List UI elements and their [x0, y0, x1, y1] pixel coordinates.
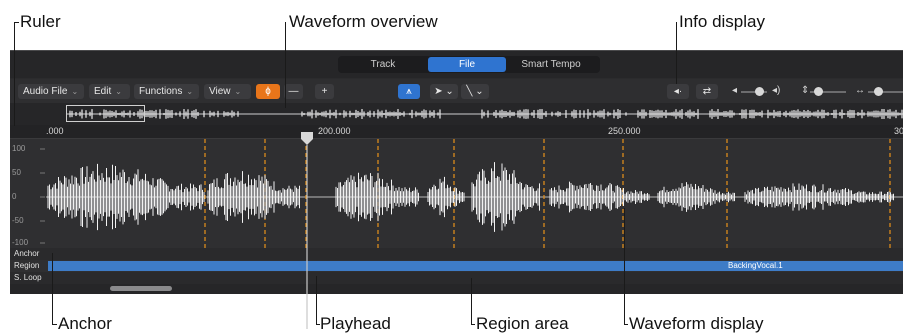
- overview-visible-range[interactable]: [66, 105, 145, 122]
- view-menu[interactable]: View ⌄: [204, 84, 251, 99]
- anchor-lane[interactable]: Anchor: [10, 248, 903, 260]
- chevron-down-icon: ⌄: [115, 87, 122, 96]
- s-loop-label: S. Loop: [14, 273, 42, 282]
- waveform-display[interactable]: 100 50 0 -50 -100: [10, 139, 903, 248]
- region-name: BackingVocal.1: [728, 261, 783, 270]
- ruler-label: 200.000: [318, 126, 351, 136]
- leader-ruler-h: [14, 22, 19, 23]
- waveform-overview[interactable]: [10, 103, 903, 125]
- leader-region-h: [471, 324, 475, 325]
- audio-file-editor: Track File Smart Tempo Audio File ⌄ Edit ⌄…: [10, 50, 903, 329]
- playhead[interactable]: [300, 129, 314, 329]
- horizontal-zoom-knob[interactable]: [874, 87, 883, 96]
- chevron-down-icon: ⌄: [71, 87, 79, 96]
- catch-button[interactable]: ɸ: [256, 84, 280, 99]
- info-display-button[interactable]: ◂·: [667, 84, 689, 99]
- ruler-label: 30: [894, 126, 903, 136]
- ruler-label: 250.000: [608, 126, 641, 136]
- region-lane[interactable]: Region BackingVocal.1: [10, 260, 903, 272]
- view-menu-label: View: [209, 86, 231, 97]
- leader-ruler-v: [14, 22, 15, 126]
- tab-track[interactable]: Track: [338, 57, 428, 72]
- catch-icon: ɸ: [265, 86, 271, 97]
- chevron-down-icon: ⌄: [186, 87, 194, 96]
- cycle-button[interactable]: ⇄: [696, 84, 718, 99]
- functions-menu-label: Functions: [139, 86, 183, 97]
- ruler[interactable]: .000 200.000 250.000 30: [10, 125, 903, 139]
- vertical-zoom-icon: ⇕: [801, 85, 810, 96]
- vertical-zoom-knob[interactable]: [814, 87, 823, 96]
- toolbar: Audio File ⌄ Edit ⌄ Functions ⌄ View ⌄ ɸ — +…: [10, 79, 903, 103]
- zoom-in-button[interactable]: +: [315, 84, 334, 99]
- horizontal-zoom-icon: ↔: [855, 85, 865, 96]
- volume-slider-knob[interactable]: [755, 87, 764, 96]
- pointer-tool-icon: ➤ ⌄: [434, 86, 454, 97]
- volume-high-icon: ◂): [772, 85, 781, 96]
- region-bar[interactable]: BackingVocal.1: [48, 261, 903, 271]
- tab-file[interactable]: File: [428, 57, 506, 72]
- speaker-icon: ◂·: [673, 86, 683, 97]
- leader-playhead-v: [316, 276, 317, 324]
- edit-menu[interactable]: Edit ⌄: [89, 84, 130, 99]
- callout-playhead: Playhead: [320, 314, 391, 333]
- s-loop-lane[interactable]: S. Loop: [10, 272, 903, 284]
- edit-menu-label: Edit: [94, 86, 112, 97]
- waveform: [40, 139, 903, 248]
- leader-playhead-h: [316, 324, 320, 325]
- leader-region-v: [471, 278, 472, 324]
- leader-overview: [285, 22, 286, 108]
- leader-waveform-h: [624, 324, 628, 325]
- pointer-tool-button[interactable]: ➤ ⌄: [430, 84, 458, 99]
- playhead-handle[interactable]: [301, 132, 313, 145]
- horizontal-scrollbar[interactable]: [10, 284, 903, 294]
- callout-anchor: Anchor: [58, 314, 112, 333]
- leader-info: [676, 22, 677, 84]
- leader-waveform-v: [624, 208, 625, 324]
- callout-ruler: Ruler: [20, 12, 61, 31]
- leader-anchor-h: [52, 324, 57, 325]
- cycle-icon: ⇄: [702, 86, 712, 97]
- callout-info-display: Info display: [679, 12, 765, 31]
- functions-menu[interactable]: Functions ⌄: [134, 84, 199, 99]
- scrollbar-thumb[interactable]: [110, 286, 172, 291]
- audio-file-menu[interactable]: Audio File ⌄: [18, 84, 84, 99]
- volume-low-icon: ◂: [732, 85, 738, 96]
- ruler-label: .000: [46, 126, 64, 136]
- audio-file-menu-label: Audio File: [23, 86, 68, 97]
- zoom-out-button[interactable]: —: [284, 84, 303, 99]
- chevron-down-icon: ⌄: [234, 87, 242, 96]
- mode-segmented-control[interactable]: Track File Smart Tempo: [338, 56, 600, 73]
- anchor-label: Anchor: [14, 249, 40, 258]
- flex-icon: ⩚: [406, 86, 412, 97]
- tab-smart-tempo[interactable]: Smart Tempo: [506, 57, 596, 72]
- callout-waveform-overview: Waveform overview: [289, 12, 438, 31]
- callout-region-area: Region area: [476, 314, 569, 333]
- pencil-tool-button[interactable]: ╲ ⌄: [461, 84, 489, 99]
- pencil-tool-icon: ╲ ⌄: [466, 86, 484, 97]
- flex-button[interactable]: ⩚: [398, 84, 420, 99]
- mode-bar: Track File Smart Tempo: [10, 51, 903, 78]
- region-label: Region: [14, 261, 40, 270]
- callout-waveform-display: Waveform display: [629, 314, 764, 333]
- leader-anchor-v: [52, 253, 53, 325]
